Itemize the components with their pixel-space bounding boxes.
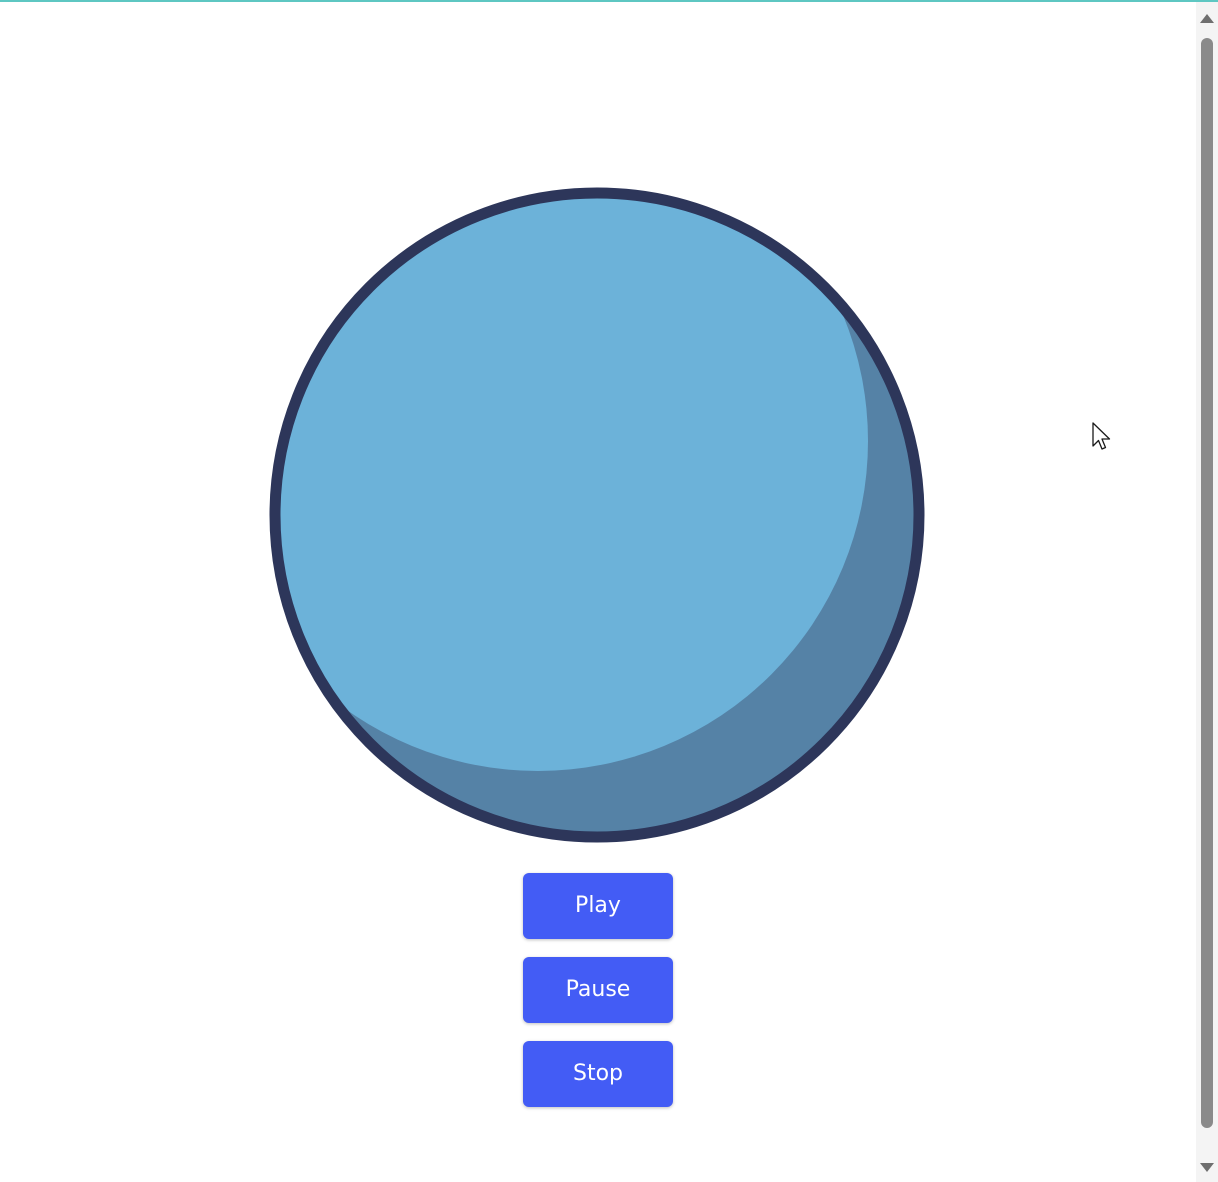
page-content: Play Pause Stop [0, 2, 1196, 1182]
vertical-scrollbar[interactable] [1196, 2, 1218, 1182]
scrollbar-thumb[interactable] [1201, 38, 1213, 1128]
pause-button[interactable]: Pause [523, 957, 673, 1023]
play-button[interactable]: Play [523, 873, 673, 939]
app-window: Play Pause Stop [0, 0, 1218, 1182]
mouse-pointer-icon [1092, 422, 1111, 450]
triangle-up-icon[interactable] [1200, 14, 1214, 23]
triangle-down-icon[interactable] [1200, 1163, 1214, 1172]
stop-button[interactable]: Stop [523, 1041, 673, 1107]
playback-controls: Play Pause Stop [523, 873, 673, 1125]
planet-sphere [269, 187, 925, 843]
